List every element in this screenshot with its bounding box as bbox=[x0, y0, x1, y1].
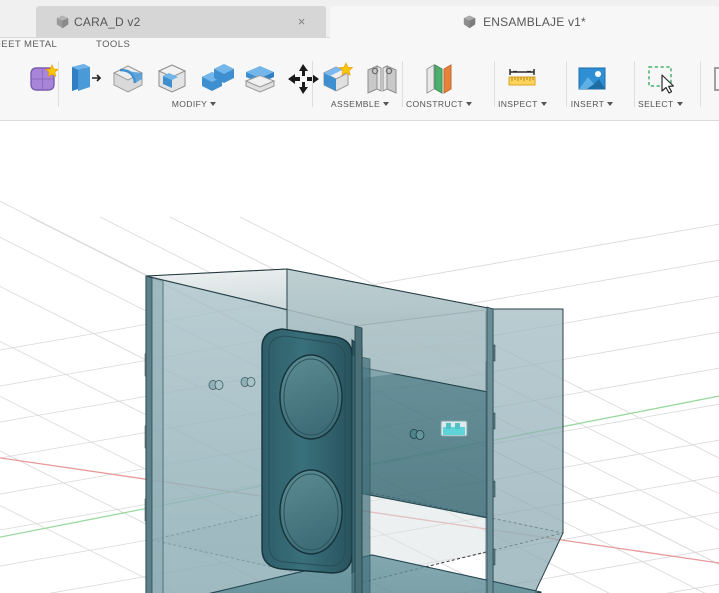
chevron-down-icon bbox=[210, 102, 217, 106]
flange-partial-icon[interactable] bbox=[0, 56, 22, 102]
measure-icon[interactable] bbox=[500, 56, 544, 102]
toolbar-group-label-insert[interactable]: INSERT bbox=[571, 99, 614, 109]
3d-canvas[interactable] bbox=[0, 121, 719, 593]
right-side-panel[interactable] bbox=[492, 308, 564, 593]
fusion-window: CARA_D v2 × ENSAMBLAJE v1* HEET METAL TO… bbox=[0, 0, 719, 593]
ribbon-toolbar: MODIFY ASSEMBLE CONSTRUCT INSPECT INSERT… bbox=[0, 53, 719, 121]
menu-sheet-metal[interactable]: HEET METAL bbox=[0, 39, 57, 50]
create-form-icon[interactable] bbox=[22, 56, 66, 102]
fillet-icon[interactable] bbox=[106, 56, 150, 102]
chevron-down-icon bbox=[676, 102, 683, 106]
chevron-down-icon bbox=[540, 102, 547, 106]
toolbar-separator bbox=[58, 61, 59, 107]
toolbar-group-insert: INSERT bbox=[570, 53, 614, 121]
toolbar-separator bbox=[634, 61, 635, 107]
bracket-hole-upper bbox=[279, 354, 343, 440]
menu-bar: HEET METAL TOOLS bbox=[0, 38, 719, 53]
toolbar-group-select: SELECT bbox=[638, 53, 683, 121]
menu-tools[interactable]: TOOLS bbox=[96, 39, 130, 50]
toolbar-separator bbox=[700, 61, 701, 107]
cube-icon bbox=[56, 15, 69, 29]
new-component-icon[interactable] bbox=[316, 56, 360, 102]
toolbar-separator bbox=[402, 61, 403, 107]
chevron-down-icon bbox=[383, 102, 390, 106]
offset-plane-icon[interactable] bbox=[417, 56, 461, 102]
toolbar-group-label-select[interactable]: SELECT bbox=[638, 99, 683, 109]
model-render bbox=[0, 200, 719, 593]
toolbar-group-construct: CONSTRUCT bbox=[406, 53, 473, 121]
document-tab-bar: CARA_D v2 × ENSAMBLAJE v1* bbox=[0, 0, 719, 38]
document-tab-label: ENSAMBLAJE v1* bbox=[483, 15, 586, 29]
window-select-icon[interactable] bbox=[638, 56, 682, 102]
document-tab-label: CARA_D v2 bbox=[74, 15, 141, 29]
front-center-post bbox=[354, 325, 363, 593]
toolbar-group-modify: MODIFY bbox=[62, 53, 326, 121]
toolbar-group-overflow bbox=[704, 53, 719, 121]
shell-icon[interactable] bbox=[150, 56, 194, 102]
toolbar-group-label-modify[interactable]: MODIFY bbox=[172, 99, 217, 109]
toolbar-group-create bbox=[0, 53, 66, 121]
document-tab-ensamblaje[interactable]: ENSAMBLAJE v1* bbox=[330, 6, 719, 38]
overflow-icon[interactable] bbox=[704, 56, 719, 102]
toolbar-group-inspect: INSPECT bbox=[498, 53, 547, 121]
insert-image-icon[interactable] bbox=[570, 56, 614, 102]
document-tab-cara-d[interactable]: CARA_D v2 × bbox=[36, 6, 326, 38]
toolbar-separator bbox=[494, 61, 495, 107]
toolbar-separator bbox=[312, 61, 313, 107]
chevron-down-icon bbox=[607, 102, 614, 106]
toolbar-group-assemble: ASSEMBLE bbox=[316, 53, 404, 121]
cube-icon bbox=[463, 15, 476, 29]
press-pull-icon[interactable] bbox=[62, 56, 106, 102]
toolbar-separator bbox=[566, 61, 567, 107]
toolbar-group-label-assemble[interactable]: ASSEMBLE bbox=[331, 99, 390, 109]
corner-post-left bbox=[145, 275, 153, 593]
bracket-hole-lower bbox=[279, 469, 343, 555]
joint-icon[interactable] bbox=[360, 56, 404, 102]
split-face-icon[interactable] bbox=[238, 56, 282, 102]
toolbar-group-label-construct[interactable]: CONSTRUCT bbox=[406, 99, 473, 109]
toolbar-group-label-inspect[interactable]: INSPECT bbox=[498, 99, 547, 109]
connector-chip-back[interactable] bbox=[440, 420, 468, 437]
corner-post-right bbox=[486, 306, 494, 593]
close-icon[interactable]: × bbox=[295, 15, 308, 28]
back-panel-fasteners bbox=[409, 428, 425, 440]
combine-icon[interactable] bbox=[194, 56, 238, 102]
chevron-down-icon bbox=[466, 102, 473, 106]
